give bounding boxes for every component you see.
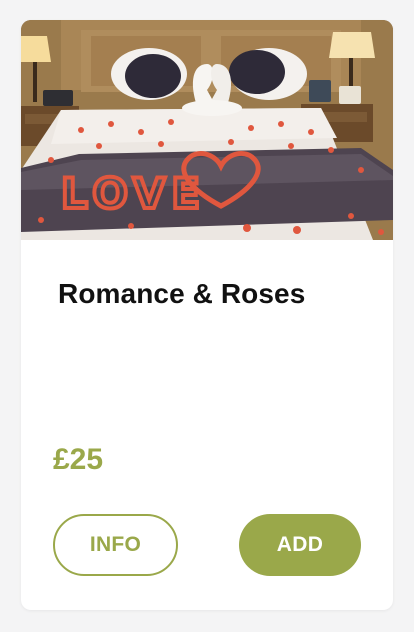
product-price: £25 [53, 443, 104, 476]
product-title: Romance & Roses [58, 278, 306, 309]
add-button[interactable]: ADD [239, 514, 361, 576]
product-card: LOVE Romance & Roses £25 INFO ADD [21, 20, 393, 610]
info-button[interactable]: INFO [53, 514, 178, 576]
product-image: LOVE [21, 20, 393, 240]
